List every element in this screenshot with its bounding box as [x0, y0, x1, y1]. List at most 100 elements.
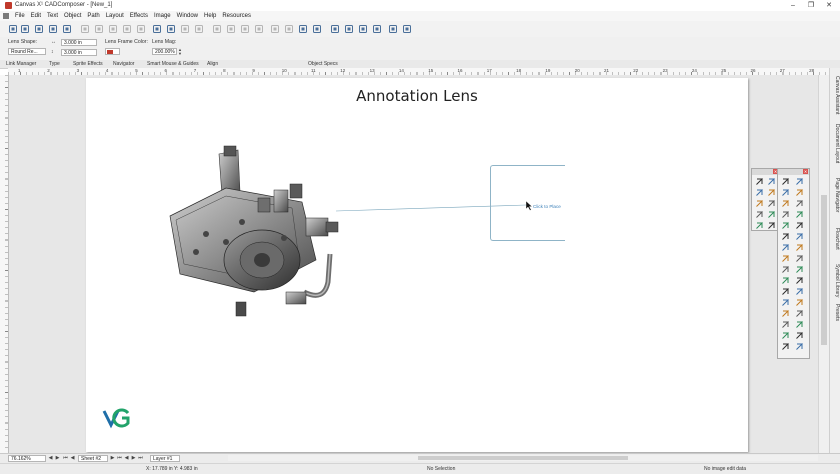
group-icon[interactable] — [212, 24, 222, 34]
pencil-tool-icon[interactable] — [795, 298, 804, 307]
arrow-tool-icon[interactable] — [795, 232, 804, 241]
horizontal-scroll-thumb[interactable] — [418, 456, 628, 460]
menu-edit[interactable]: Edit — [28, 11, 44, 21]
paste-icon[interactable] — [108, 24, 118, 34]
layers-icon[interactable] — [312, 24, 322, 34]
last-layer-icon[interactable]: ⏭ — [138, 456, 143, 461]
fill-tool-icon[interactable] — [781, 309, 790, 318]
lens-mag-field[interactable]: 200.00% — [152, 48, 177, 55]
eyedropper-tool-icon[interactable] — [767, 221, 776, 230]
image-tool-icon[interactable] — [781, 254, 790, 263]
first-layer-icon[interactable]: ⏮ — [117, 456, 122, 461]
panel-tab-align[interactable]: Align — [207, 61, 218, 67]
text-tool-icon[interactable] — [795, 265, 804, 274]
copy-icon[interactable] — [94, 24, 104, 34]
print-preview-icon[interactable] — [62, 24, 72, 34]
subselect-tool-icon[interactable] — [767, 177, 776, 186]
hand-tool-icon[interactable] — [767, 188, 776, 197]
unlock-icon[interactable] — [254, 24, 264, 34]
eraser-tool-icon[interactable] — [795, 221, 804, 230]
rotate-icon[interactable] — [284, 24, 294, 34]
sheet-selector[interactable]: Sheet #2 — [78, 455, 108, 462]
brush-tool-icon[interactable] — [781, 210, 790, 219]
send-back-icon[interactable] — [194, 24, 204, 34]
panel-tab-object-specs[interactable]: Object Specs — [308, 61, 338, 67]
pointer-tool-icon[interactable] — [781, 177, 790, 186]
brush-tool-icon[interactable] — [781, 298, 790, 307]
rectangle-tool-icon[interactable] — [781, 287, 790, 296]
ellipse-tool-icon[interactable] — [795, 287, 804, 296]
image-icon[interactable] — [298, 24, 308, 34]
open-icon[interactable] — [20, 24, 30, 34]
chart-icon[interactable] — [388, 24, 398, 34]
dock-tab-document-layout[interactable]: Document Layout — [831, 124, 840, 163]
polygon-tool-icon[interactable] — [795, 243, 804, 252]
panel-tab-navigator[interactable]: Navigator — [113, 61, 134, 67]
menu-layout[interactable]: Layout — [103, 11, 127, 21]
mag-stepper-icon[interactable]: ▲ ▼ — [178, 48, 182, 56]
next-sheet-icon[interactable]: ▶ — [110, 456, 115, 461]
panel-tab-smart-mouse-guides[interactable]: Smart Mouse & Guides — [147, 61, 199, 67]
frame-color-picker[interactable] — [105, 48, 120, 55]
lock-icon[interactable] — [240, 24, 250, 34]
ellipse-tool-icon[interactable] — [795, 199, 804, 208]
transform-tool-icon[interactable] — [755, 221, 764, 230]
zoom-tool-icon[interactable] — [755, 199, 764, 208]
menu-text[interactable]: Text — [44, 11, 61, 21]
text-tool-icon[interactable] — [795, 177, 804, 186]
rotate-tool-icon[interactable] — [767, 199, 776, 208]
lens-height-field[interactable]: 3.000 in — [61, 49, 97, 56]
pencil-tool-icon[interactable] — [795, 210, 804, 219]
pen-tool-icon[interactable] — [795, 188, 804, 197]
menu-window[interactable]: Window — [174, 11, 201, 21]
smart-mouse-icon[interactable] — [755, 210, 764, 219]
next-layer-icon[interactable]: ▶ — [131, 456, 136, 461]
lens-shape-select[interactable]: Round Re... — [8, 48, 46, 55]
prev-sheet-icon[interactable]: ◀ — [70, 456, 75, 461]
menu-path[interactable]: Path — [84, 11, 102, 21]
vertical-scroll-thumb[interactable] — [821, 195, 827, 345]
dock-tab-flowchart[interactable]: Flowchart — [831, 228, 840, 250]
annotation-lens-title[interactable]: Annotation Lens — [86, 87, 748, 105]
pointer-tool-icon[interactable] — [781, 265, 790, 274]
layer-selector[interactable]: Layer #1 — [150, 455, 180, 462]
undo-icon[interactable] — [152, 24, 162, 34]
paste-special-icon[interactable] — [122, 24, 132, 34]
window-icon[interactable] — [402, 24, 412, 34]
close-toolbox-icon[interactable]: ✕ — [803, 169, 808, 174]
line-tool-icon[interactable] — [781, 276, 790, 285]
lens-width-field[interactable]: 3.000 in — [61, 39, 97, 46]
table-icon[interactable] — [372, 24, 382, 34]
save-icon[interactable] — [34, 24, 44, 34]
zoom-out-icon[interactable]: ◀ — [48, 456, 53, 461]
fill-tool-icon[interactable] — [781, 221, 790, 230]
line-tool-icon[interactable] — [781, 188, 790, 197]
image-tool-icon[interactable] — [781, 342, 790, 351]
bring-front-icon[interactable] — [180, 24, 190, 34]
horizontal-scrollbar[interactable] — [228, 455, 818, 461]
align-icon[interactable] — [270, 24, 280, 34]
zoom-in-icon[interactable]: ▶ — [55, 456, 60, 461]
shape-tool-icon[interactable] — [781, 243, 790, 252]
minimize-button[interactable]: – — [786, 1, 800, 10]
menu-resources[interactable]: Resources — [219, 11, 254, 21]
ungroup-icon[interactable] — [226, 24, 236, 34]
document-page[interactable]: Annotation Lens Click to Place — [86, 78, 748, 452]
link-icon[interactable] — [330, 24, 340, 34]
menu-file[interactable]: File — [12, 11, 28, 21]
dimension-tool-icon[interactable] — [781, 232, 790, 241]
close-button[interactable]: ✕ — [822, 1, 836, 10]
select-tool-icon[interactable] — [755, 177, 764, 186]
redo-icon[interactable] — [166, 24, 176, 34]
lasso-tool-icon[interactable] — [755, 188, 764, 197]
dimension-tool-icon[interactable] — [781, 320, 790, 329]
dock-tab-page-navigator[interactable]: Page Navigator — [831, 178, 840, 212]
eraser-tool-icon[interactable] — [795, 309, 804, 318]
panel-tab-sprite-effects[interactable]: Sprite Effects — [73, 61, 103, 67]
text-icon[interactable] — [344, 24, 354, 34]
pointer-tool-icon[interactable] — [767, 210, 776, 219]
first-sheet-icon[interactable]: ⏮ — [63, 456, 68, 461]
hydraulic-pump-drawing[interactable] — [166, 142, 366, 342]
panel-tab-type[interactable]: Type — [49, 61, 60, 67]
menu-object[interactable]: Object — [61, 11, 84, 21]
